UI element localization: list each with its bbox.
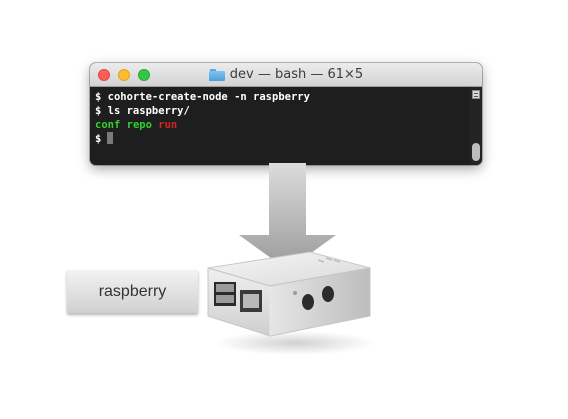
terminal-window[interactable]: dev — bash — 61×5 $ cohorte-create-node …: [90, 63, 482, 165]
dir-conf: conf: [95, 119, 121, 131]
text-cursor: [107, 132, 114, 144]
slide-canvas: dev — bash — 61×5 $ cohorte-create-node …: [0, 0, 568, 419]
prompt-symbol: $: [95, 133, 102, 145]
dir-repo: repo: [126, 119, 152, 131]
raspberry-pi-case-image: [207, 251, 375, 355]
terminal-line-command-2: $ ls raspberry/: [95, 105, 190, 117]
window-title-text: dev — bash — 61×5: [229, 67, 364, 82]
window-title: dev — bash — 61×5: [90, 63, 482, 86]
node-name-label: raspberry: [67, 270, 198, 313]
terminal-line-prompt: $: [95, 132, 482, 146]
node-name-label-text: raspberry: [98, 282, 167, 300]
split-pane-grip-icon[interactable]: [472, 90, 480, 99]
terminal-scrollbar[interactable]: [470, 87, 482, 165]
terminal-content[interactable]: $ cohorte-create-node -n raspberry $ ls …: [90, 87, 482, 165]
folder-icon: [208, 68, 225, 81]
terminal-line-output: conf repo run: [95, 118, 482, 132]
file-run: run: [158, 119, 178, 131]
scrollbar-thumb[interactable]: [472, 143, 480, 161]
terminal-line-command-1: $ cohorte-create-node -n raspberry: [95, 91, 310, 103]
terminal-titlebar[interactable]: dev — bash — 61×5: [90, 63, 482, 87]
